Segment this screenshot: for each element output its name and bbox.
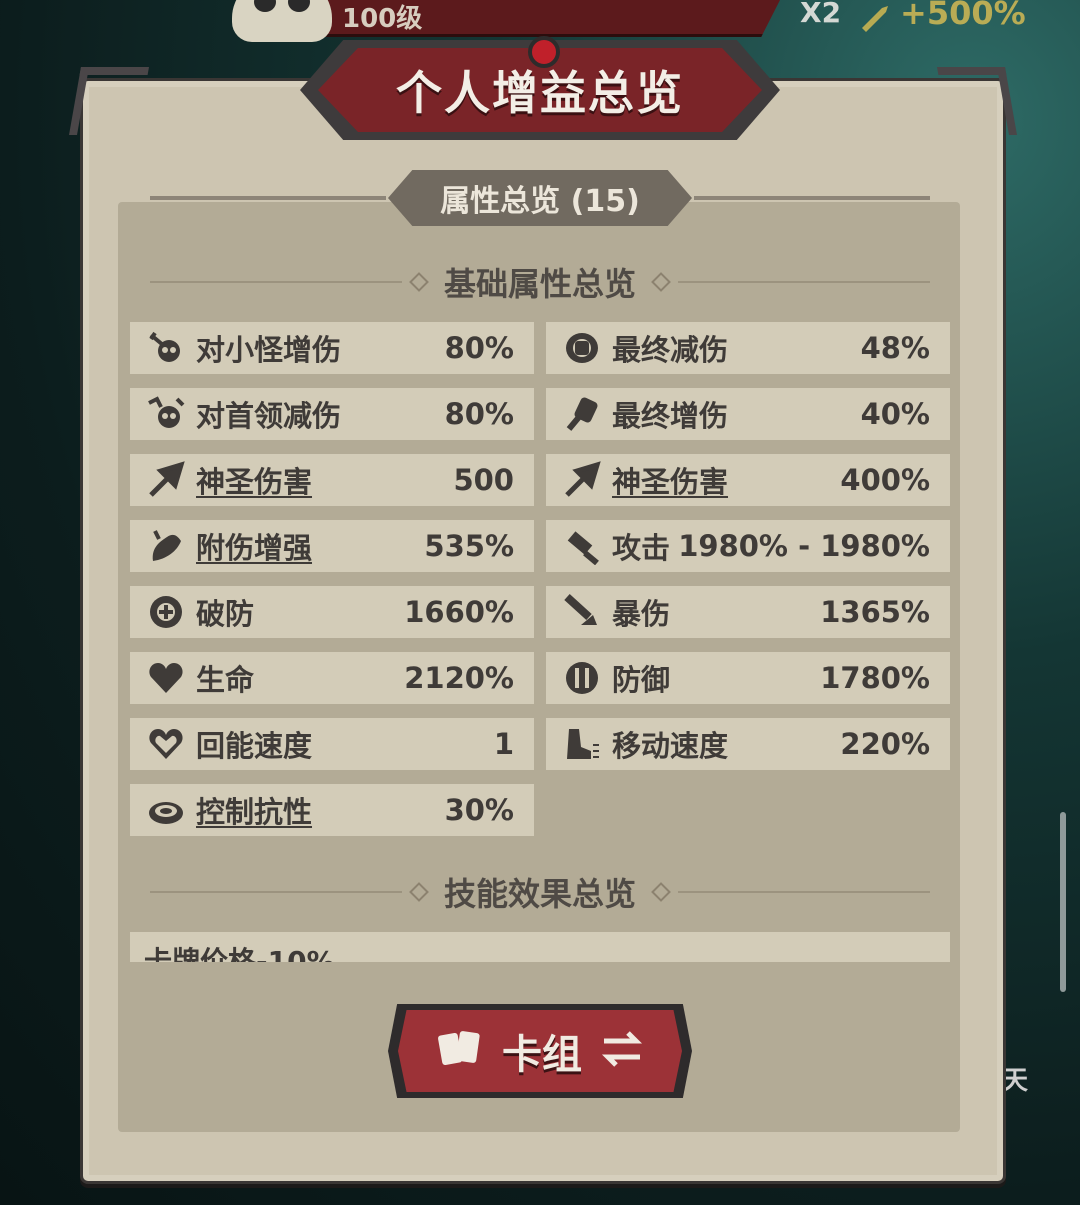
holy-damage-arrow-icon	[562, 460, 602, 500]
stat-move-speed: 移动速度 220%	[546, 718, 950, 770]
sword-icon	[858, 2, 894, 32]
tab-attribute-overview[interactable]: 属性总览 (15)	[388, 170, 692, 226]
stat-extra-damage[interactable]: 附伤增强 535%	[130, 520, 534, 572]
bonus-text: +500%	[900, 0, 1026, 32]
small-monster-skull-icon	[146, 328, 186, 368]
red-gem-icon	[528, 36, 560, 68]
armor-break-icon	[146, 592, 186, 632]
extra-damage-flame-icon	[146, 526, 186, 566]
deck-button[interactable]: 卡组	[398, 1010, 682, 1092]
boss-skull-icon	[146, 394, 186, 434]
top-hud: 100级 X2 +500%	[0, 0, 1080, 42]
tab-label: 属性总览 (15)	[440, 184, 640, 219]
section-basic-header: 基础属性总览	[140, 262, 940, 303]
holy-damage-arrow-icon	[146, 460, 186, 500]
deck-label: 卡组	[502, 1032, 582, 1078]
stat-attack: 攻击 1980% - 1980%	[546, 520, 950, 572]
level-text: 100级	[342, 4, 423, 34]
stat-final-reduction: 最终减伤 48%	[546, 322, 950, 374]
control-resist-ring-icon	[146, 790, 186, 830]
skull-avatar	[232, 0, 332, 42]
stat-control-resist[interactable]: 控制抗性 30%	[130, 784, 534, 836]
energy-regen-heart-icon	[146, 724, 186, 764]
stat-critical-damage: 暴伤 1365%	[546, 586, 950, 638]
section-skill-header: 技能效果总览	[140, 872, 940, 913]
stat-armor-break: 破防 1660%	[130, 586, 534, 638]
stat-final-damage: 最终增伤 40%	[546, 388, 950, 440]
swap-arrows-icon	[600, 1029, 644, 1073]
critical-sword-icon	[562, 592, 602, 632]
stat-energy-regen: 回能速度 1	[130, 718, 534, 770]
defense-shield-icon	[562, 658, 602, 698]
section-basic-title: 基础属性总览	[444, 265, 637, 303]
stat-boss-reduction: 对首领减伤 80%	[130, 388, 534, 440]
multiplier-text: X2	[800, 0, 842, 29]
stat-holy-damage-flat[interactable]: 神圣伤害 500	[130, 454, 534, 506]
heart-icon	[146, 658, 186, 698]
section-skill-title: 技能效果总览	[444, 875, 637, 913]
scrollbar[interactable]	[1060, 812, 1066, 992]
final-damage-fist-icon	[562, 394, 602, 434]
move-speed-boot-icon	[562, 724, 602, 764]
skill-effect-text: 卡牌价格-10%	[144, 945, 335, 962]
stat-defense: 防御 1780%	[546, 652, 950, 704]
attack-sword-icon	[562, 526, 602, 566]
stat-life: 生命 2120%	[130, 652, 534, 704]
stat-small-monster-damage: 对小怪增伤 80%	[130, 322, 534, 374]
final-reduction-shield-icon	[562, 328, 602, 368]
cards-icon	[436, 1028, 484, 1074]
stat-holy-damage-percent[interactable]: 神圣伤害 400%	[546, 454, 950, 506]
skill-effect-row: 卡牌价格-10%	[130, 932, 950, 962]
